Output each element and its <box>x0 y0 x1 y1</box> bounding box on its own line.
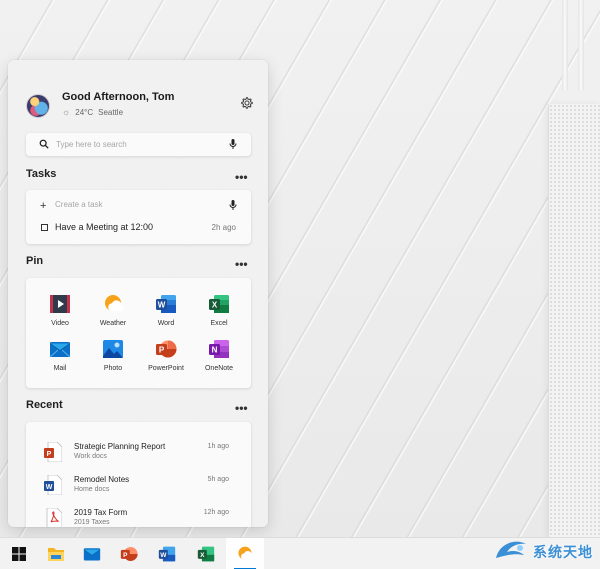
word-icon: W <box>156 295 176 313</box>
watermark-text: 系统天地 <box>533 544 593 560</box>
microphone-icon[interactable] <box>229 139 237 150</box>
pin-app-label: PowerPoint <box>148 365 184 372</box>
task-checkbox[interactable] <box>41 224 48 231</box>
svg-text:X: X <box>200 552 205 559</box>
create-task-input[interactable]: Create a task <box>55 200 103 209</box>
svg-text:X: X <box>212 301 218 310</box>
pin-heading: Pin <box>26 255 44 267</box>
powerpoint-file-icon: P <box>44 442 62 462</box>
task-time: 2h ago <box>211 223 236 232</box>
recent-item-time: 5h ago <box>207 476 229 483</box>
mail-icon <box>49 342 71 358</box>
taskbar-powerpoint[interactable]: P <box>110 538 148 569</box>
taskbar-weather[interactable] <box>226 538 264 569</box>
tasks-more-button[interactable]: ••• <box>235 171 248 183</box>
mail-icon <box>83 548 101 561</box>
pin-app-label: OneNote <box>204 365 234 372</box>
pin-card: Video Weather W Word X Excel Mail Photo … <box>26 278 251 388</box>
tasks-card: + Create a task Have a Meeting at 12:00 … <box>26 190 251 244</box>
search-input[interactable] <box>56 137 216 152</box>
video-icon <box>50 295 70 313</box>
search-icon <box>39 139 49 149</box>
taskbar-mail[interactable] <box>73 538 111 569</box>
recent-item-location: 2019 Taxes <box>74 519 110 526</box>
word-icon: W <box>158 546 176 562</box>
svg-text:W: W <box>160 552 167 559</box>
word-file-icon: W <box>44 475 62 495</box>
recent-card: P Strategic Planning Report Work docs 1h… <box>26 422 251 527</box>
pin-app-video[interactable]: Video <box>37 293 83 337</box>
taskbar-start-button[interactable] <box>0 538 38 569</box>
excel-icon: X <box>209 295 229 313</box>
recent-item-name: Remodel Notes <box>74 475 130 484</box>
watermark: 系统天地 <box>491 534 599 568</box>
svg-text:N: N <box>212 346 218 355</box>
greeting-text: Good Afternoon, Tom <box>62 91 175 103</box>
recent-item-name: 2019 Tax Form <box>74 508 128 517</box>
powerpoint-icon: P <box>156 340 177 358</box>
recent-item-name: Strategic Planning Report <box>74 442 166 451</box>
city: Seattle <box>98 107 124 117</box>
pin-app-mail[interactable]: Mail <box>37 338 83 382</box>
search-box <box>26 133 251 156</box>
taskbar-word[interactable]: W <box>148 538 186 569</box>
task-text[interactable]: Have a Meeting at 12:00 <box>55 222 153 232</box>
sun-icon: ☼ <box>62 107 71 117</box>
svg-text:P: P <box>159 346 165 355</box>
powerpoint-icon: P <box>120 547 138 561</box>
pin-app-label: Excel <box>210 320 228 327</box>
recent-item[interactable]: W Remodel Notes Home docs 5h ago <box>26 473 251 503</box>
microphone-icon[interactable] <box>229 200 237 211</box>
weather-summary: ☼ 24°C Seattle <box>62 107 123 117</box>
svg-text:P: P <box>123 552 128 559</box>
recent-item-time: 1h ago <box>207 443 229 450</box>
onenote-icon: N <box>209 340 229 358</box>
pin-app-excel[interactable]: X Excel <box>196 293 242 337</box>
taskbar-excel[interactable]: X <box>187 538 225 569</box>
recent-item-location: Home docs <box>74 486 110 493</box>
pin-app-photo[interactable]: Photo <box>90 338 136 382</box>
photo-icon <box>103 340 123 358</box>
recent-more-button[interactable]: ••• <box>235 402 248 414</box>
excel-icon: X <box>197 546 215 562</box>
tasks-heading: Tasks <box>26 168 57 180</box>
weather-icon <box>105 295 124 312</box>
taskbar-file-explorer[interactable] <box>37 538 75 569</box>
avatar[interactable] <box>26 94 50 118</box>
recent-item-time: 12h ago <box>203 509 229 516</box>
gear-icon[interactable] <box>240 96 254 110</box>
pdf-file-icon <box>46 508 62 527</box>
start-menu-panel: Good Afternoon, Tom ☼ 24°C Seattle Tasks… <box>8 60 268 527</box>
pin-more-button[interactable]: ••• <box>235 258 248 270</box>
pin-app-label: Mail <box>53 365 67 372</box>
watermark-logo-icon <box>496 541 526 558</box>
recent-item[interactable]: P Strategic Planning Report Work docs 1h… <box>26 440 251 470</box>
profile-header: Good Afternoon, Tom ☼ 24°C Seattle <box>26 90 256 124</box>
wall-rail <box>562 0 568 90</box>
pin-app-label: Photo <box>103 365 123 372</box>
pin-app-label: Video <box>51 320 69 327</box>
pin-app-powerpoint[interactable]: P PowerPoint <box>143 338 189 382</box>
pin-app-weather[interactable]: Weather <box>90 293 136 337</box>
recent-item[interactable]: 2019 Tax Form 2019 Taxes 12h ago <box>26 506 251 527</box>
svg-text:W: W <box>46 484 53 491</box>
pin-app-word[interactable]: W Word <box>143 293 189 337</box>
pin-app-label: Weather <box>99 320 127 327</box>
weather-icon <box>238 546 254 560</box>
svg-text:P: P <box>47 451 52 458</box>
add-task-icon[interactable]: + <box>40 201 46 212</box>
recent-heading: Recent <box>26 399 63 411</box>
svg-text:W: W <box>158 301 166 310</box>
pin-app-label: Word <box>157 320 175 327</box>
temperature: 24°C <box>75 107 94 117</box>
windows-start-icon <box>12 547 26 561</box>
file-explorer-icon <box>48 548 64 561</box>
recent-item-location: Work docs <box>74 453 107 460</box>
wall-panel <box>548 104 600 537</box>
pin-app-onenote[interactable]: N OneNote <box>196 338 242 382</box>
wall-rail <box>578 0 584 90</box>
